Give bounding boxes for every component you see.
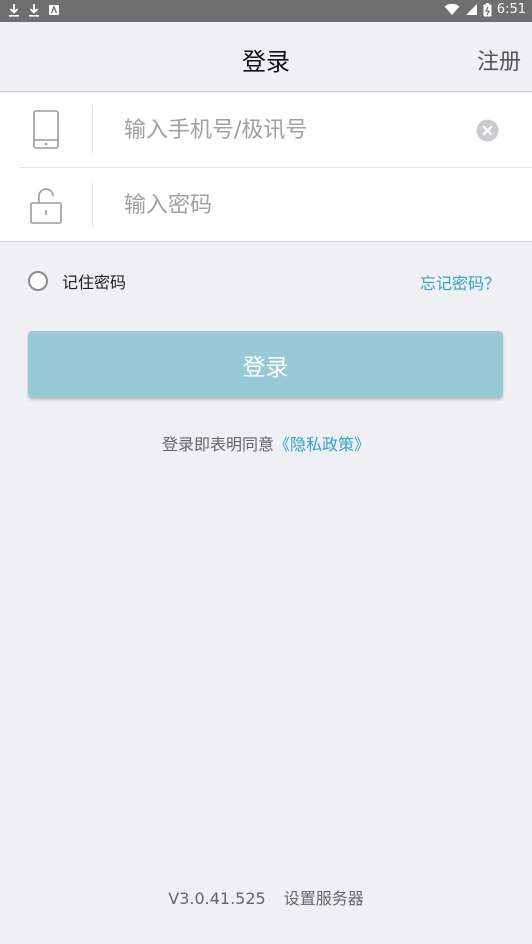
phone-row [0, 93, 532, 167]
forgot-password-link[interactable]: 忘记密码？ [420, 270, 500, 294]
login-form [0, 93, 532, 242]
nav-bar: 登录 注册 [0, 22, 532, 92]
privacy-agreement: 登录即表明同意《隐私政策》 [0, 431, 532, 455]
signal-icon [465, 4, 477, 15]
notification-icon [49, 5, 59, 15]
download-icon [29, 4, 39, 17]
clear-icon[interactable] [476, 119, 499, 142]
battery-icon [483, 2, 492, 16]
password-row [0, 168, 532, 242]
remember-password-checkbox[interactable]: 记住密码 [28, 269, 126, 293]
set-server-button[interactable]: 设置服务器 [284, 889, 364, 908]
status-bar-right: 6:51 [444, 2, 526, 17]
phone-icon [33, 110, 59, 149]
status-time: 6:51 [496, 2, 526, 17]
status-bar-left [8, 3, 60, 17]
version-label: V3.0.41.525 [168, 889, 266, 908]
lock-icon [30, 188, 62, 224]
remember-radio[interactable] [28, 271, 48, 291]
footer: V3.0.41.525 设置服务器 [0, 885, 532, 909]
status-bar: 6:51 [0, 0, 532, 22]
remember-password-label: 记住密码 [62, 273, 127, 292]
privacy-policy-link[interactable]: 《隐私政策》 [274, 435, 370, 454]
login-button[interactable]: 登录 [28, 331, 503, 398]
phone-separator [92, 107, 93, 153]
register-button[interactable]: 注册 [477, 44, 521, 76]
password-input[interactable] [124, 188, 464, 222]
page-title: 登录 [242, 48, 290, 76]
agreement-text: 登录即表明同意 [161, 435, 274, 454]
phone-input[interactable] [124, 113, 464, 147]
password-separator [92, 182, 93, 228]
wifi-icon [444, 3, 460, 15]
download-icon [9, 4, 19, 17]
